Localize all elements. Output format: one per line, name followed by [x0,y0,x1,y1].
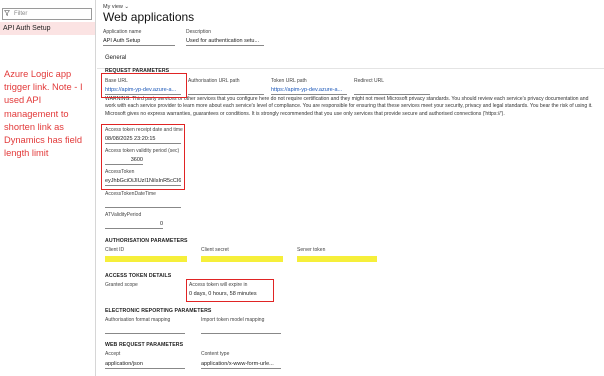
accept-label: Accept [105,351,121,357]
at-validity-period-label: ATValidityPeriod [105,212,142,218]
annotation-box-base-url [101,73,187,98]
authorisation-url-field[interactable] [188,86,264,95]
at-validity-period-field[interactable]: 0 [105,220,163,229]
annotation-box-token-fields [101,124,185,190]
description-field[interactable]: Used for authentication setu... [186,37,264,46]
redirect-url-field[interactable] [354,86,430,95]
import-token-model-mapping-field[interactable] [201,325,281,334]
application-name-label: Application name [103,29,142,35]
filter-icon [4,10,10,16]
authorisation-format-mapping-label: Authorisation format mapping [105,317,171,323]
divider [97,68,604,69]
annotation-note: Azure Logic app trigger link. Note - I u… [4,69,83,159]
access-token-datetime-label: AccessTokenDateTime [105,191,156,197]
page-title: Web applications [103,10,195,24]
content-type-label: Content type [201,351,230,357]
filter-input[interactable]: Filter [2,8,92,20]
client-secret-label: Client secret [201,247,229,253]
access-token-details-heading: ACCESS TOKEN DETAILS [105,273,172,279]
server-token-field[interactable] [297,256,377,262]
token-url-label: Token URL path [271,78,307,84]
main-form: My view ⌄ Web applications Application n… [97,0,604,376]
access-token-datetime-field[interactable] [105,199,181,208]
application-name-field[interactable]: API Auth Setup [103,37,175,46]
client-secret-field[interactable] [201,256,283,262]
client-id-field[interactable] [105,256,187,262]
web-request-heading: WEB REQUEST PARAMETERS [105,342,184,348]
annotation-box-expiry [186,279,274,302]
import-token-model-mapping-label: Import token model mapping [201,317,265,323]
token-url-field[interactable]: https://apim-yp-dev.azure-a... [271,86,347,95]
server-token-label: Server token [297,247,326,253]
accept-field[interactable]: application/json [105,360,185,369]
content-type-field[interactable]: application/x-www-form-urle... [201,360,281,369]
sidebar: Filter API Auth Setup Azure Logic app tr… [0,0,96,376]
authorisation-format-mapping-field[interactable] [105,325,185,334]
client-id-label: Client ID [105,247,125,253]
tab-general[interactable]: General [105,55,126,61]
list-item-api-auth-setup[interactable]: API Auth Setup [0,22,95,35]
granted-scope-label: Granted scope [105,282,138,288]
redirect-url-label: Redirect URL [354,78,385,84]
warning-text: WARNING: Third party services or other s… [105,96,593,117]
authorisation-parameters-heading: AUTHORISATION PARAMETERS [105,238,188,244]
description-label: Description [186,29,212,35]
electronic-reporting-heading: ELECTRONIC REPORTING PARAMETERS [105,308,212,314]
authorisation-url-label: Authorisation URL path [188,78,240,84]
